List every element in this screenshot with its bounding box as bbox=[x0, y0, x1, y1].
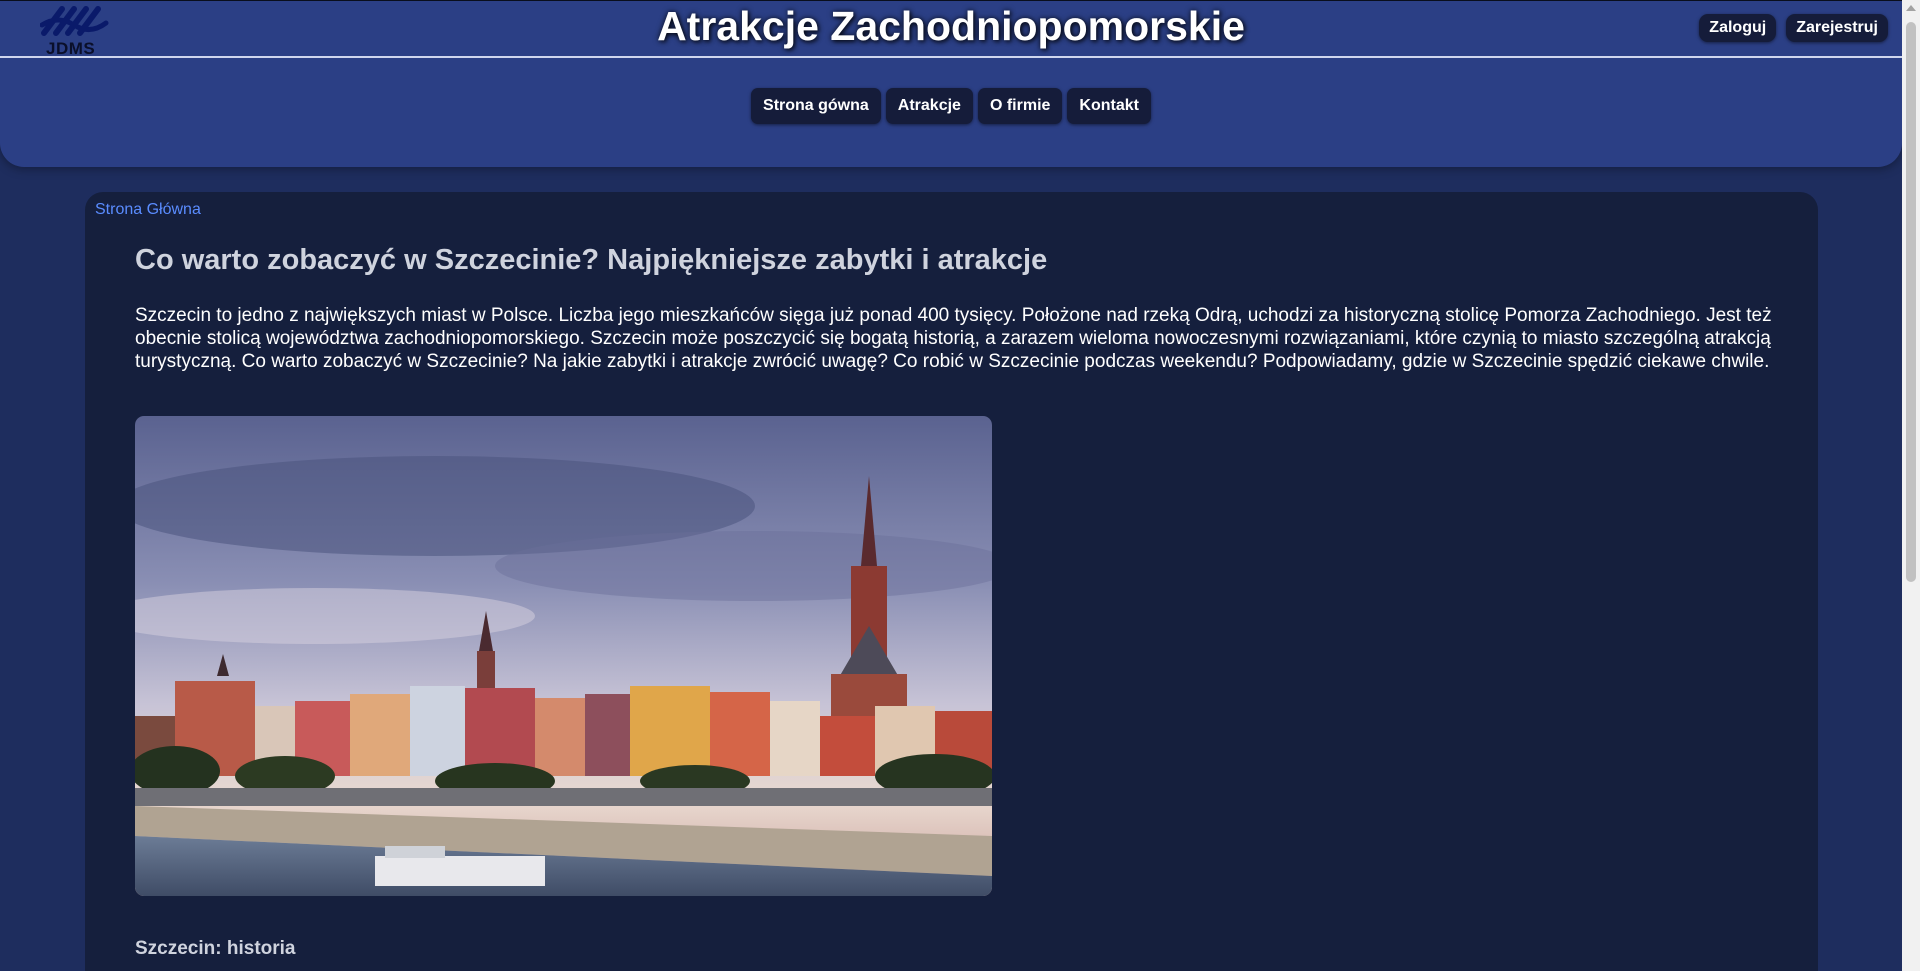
auth-buttons: Zaloguj Zarejestruj bbox=[1699, 14, 1888, 42]
nav-attractions[interactable]: Atrakcje bbox=[885, 88, 973, 124]
page-scrollbar[interactable] bbox=[1902, 0, 1920, 971]
szczecin-skyline-photo bbox=[135, 416, 992, 896]
nav-home[interactable]: Strona gówna bbox=[751, 88, 881, 124]
section-heading-history: Szczecin: historia bbox=[135, 938, 296, 959]
article-intro: Szczecin to jedno z największych miast w… bbox=[135, 305, 1772, 372]
header-divider bbox=[0, 56, 1902, 58]
breadcrumb-home-link[interactable]: Strona Główna bbox=[95, 201, 201, 219]
site-header: JDMS Atrakcje Zachodniopomorskie Zaloguj… bbox=[0, 1, 1902, 167]
register-button[interactable]: Zarejestruj bbox=[1786, 14, 1888, 42]
scrollbar-thumb[interactable] bbox=[1906, 22, 1916, 582]
nav-contact[interactable]: Kontakt bbox=[1067, 88, 1151, 124]
scroll-up-arrow-icon[interactable] bbox=[1906, 5, 1916, 11]
login-button[interactable]: Zaloguj bbox=[1699, 14, 1777, 42]
content-panel: Strona Główna Co warto zobaczyć w Szczec… bbox=[85, 192, 1818, 971]
article-title: Co warto zobaczyć w Szczecinie? Najpiękn… bbox=[135, 244, 1048, 276]
main-nav: Strona gówna Atrakcje O firmie Kontakt bbox=[0, 88, 1902, 124]
site-title: Atrakcje Zachodniopomorskie bbox=[657, 3, 1245, 49]
nav-about[interactable]: O firmie bbox=[977, 88, 1063, 124]
